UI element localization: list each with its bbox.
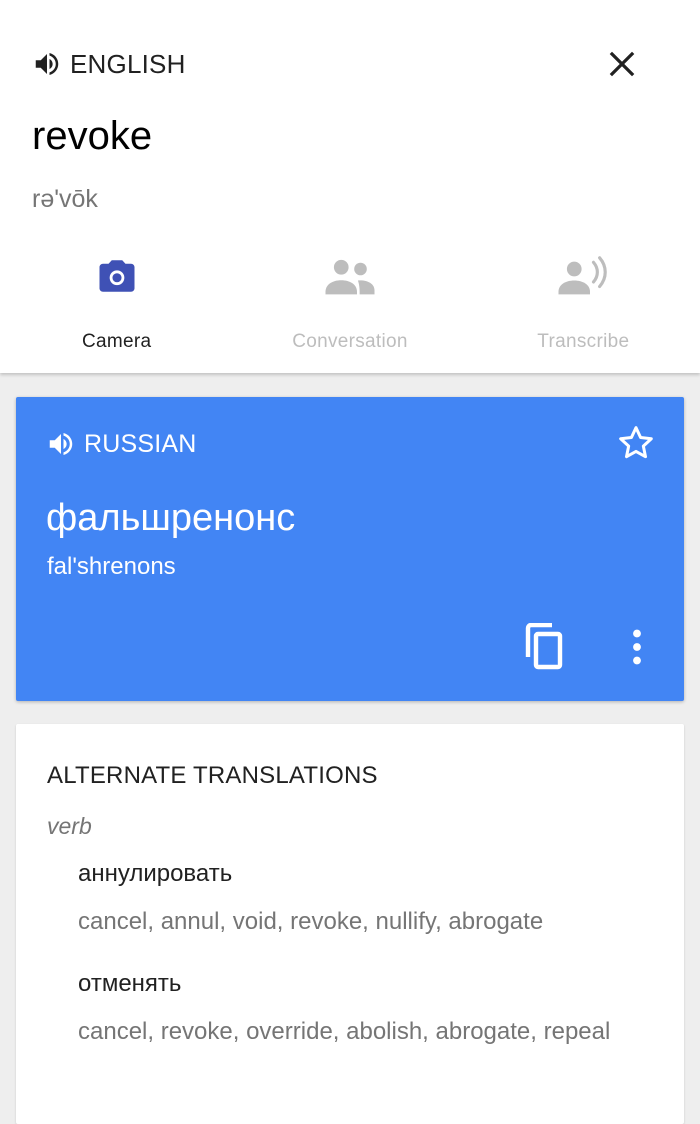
translated-text[interactable]: фальшренонс bbox=[46, 497, 295, 540]
camera-button[interactable]: Camera bbox=[0, 255, 233, 365]
alternate-entry[interactable]: отменять cancel, revoke, override, aboli… bbox=[78, 968, 638, 1048]
speaker-icon[interactable] bbox=[46, 429, 76, 459]
alternate-translations-title: ALTERNATE TRANSLATIONS bbox=[47, 762, 378, 789]
more-vert-icon bbox=[633, 629, 641, 665]
source-language-speak-button[interactable]: ENGLISH bbox=[32, 46, 186, 82]
target-language-label: RUSSIAN bbox=[84, 429, 197, 458]
copy-icon bbox=[525, 623, 563, 670]
part-of-speech-label: verb bbox=[47, 813, 92, 839]
target-language-speak-button[interactable]: RUSSIAN bbox=[46, 427, 197, 461]
alternate-synonyms: cancel, revoke, override, abolish, abrog… bbox=[78, 1018, 611, 1045]
transliteration-text: fal'shrenons bbox=[47, 553, 176, 580]
conversation-label: Conversation bbox=[292, 331, 408, 352]
alternate-entry[interactable]: аннулировать cancel, annul, void, revoke… bbox=[78, 858, 638, 938]
copy-button[interactable] bbox=[518, 621, 570, 673]
source-phonetic: rə'vōk bbox=[32, 185, 98, 213]
close-icon bbox=[609, 51, 635, 77]
close-button[interactable] bbox=[600, 42, 644, 86]
conversation-button[interactable]: Conversation bbox=[233, 255, 466, 365]
source-panel: ENGLISH revoke rə'vōk Camera Conversatio… bbox=[0, 0, 700, 373]
camera-icon bbox=[99, 260, 135, 292]
favorite-button[interactable] bbox=[614, 421, 658, 465]
speaker-icon[interactable] bbox=[32, 49, 62, 79]
person-voice-icon bbox=[558, 256, 608, 295]
translation-card: RUSSIAN фальшренонс fal'shrenons bbox=[16, 397, 684, 701]
alternate-synonyms: cancel, annul, void, revoke, nullify, ab… bbox=[78, 908, 544, 935]
people-icon bbox=[325, 259, 375, 295]
tools-row: Camera Conversation Transcribe bbox=[0, 255, 700, 365]
source-text[interactable]: revoke bbox=[32, 114, 152, 159]
transcribe-button[interactable]: Transcribe bbox=[467, 255, 700, 365]
alternate-word: отменять bbox=[78, 970, 182, 997]
source-language-label: ENGLISH bbox=[70, 48, 186, 79]
camera-label: Camera bbox=[81, 331, 152, 352]
alternate-translations-card: ALTERNATE TRANSLATIONS verb аннулировать… bbox=[16, 724, 684, 1124]
alternate-word: аннулировать bbox=[78, 860, 233, 887]
transcribe-label: Transcribe bbox=[537, 331, 630, 352]
star-outline-icon bbox=[619, 426, 653, 459]
more-options-button[interactable] bbox=[612, 621, 662, 673]
